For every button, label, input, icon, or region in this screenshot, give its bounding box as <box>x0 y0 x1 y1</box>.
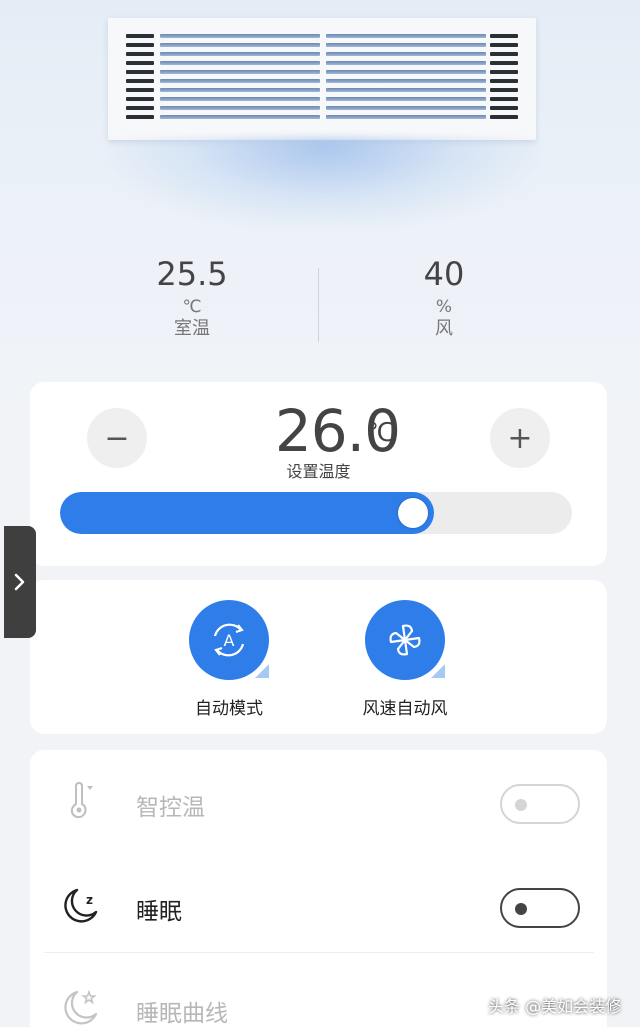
fan-speed-label: 风速自动风 <box>362 699 448 719</box>
wind-unit: % <box>435 297 453 317</box>
smart-temp-toggle-knob <box>515 799 527 811</box>
mode-corner-indicator <box>255 664 269 678</box>
cool-airflow <box>110 138 540 228</box>
fan-icon <box>389 624 421 656</box>
vent-right <box>490 34 518 130</box>
modes-card: A 自动模式 风速自动风 <box>30 580 607 734</box>
wind-stat: 40 % 风 <box>344 256 544 340</box>
auto-mode-circle: A <box>189 600 269 680</box>
room-temperature-value: 25.5 <box>156 255 228 293</box>
setpoint-unit: ℃ <box>366 418 396 448</box>
sleep-row: z 睡眠 <box>30 854 607 954</box>
fan-speed-circle <box>365 600 445 680</box>
moon-star-icon <box>64 989 98 1025</box>
svg-text:z: z <box>86 893 93 907</box>
stat-divider <box>318 268 319 342</box>
vent-center-right <box>326 34 486 130</box>
row-divider <box>44 952 594 953</box>
chevron-right-icon <box>14 573 25 591</box>
setpoint-card: − 26.0 ℃ + 设置温度 <box>30 382 607 566</box>
vent-center-left <box>160 34 320 130</box>
sleep-curve-label: 睡眠曲线 <box>136 1001 228 1027</box>
smart-temp-label: 智控温 <box>136 795 205 821</box>
svg-text:A: A <box>224 631 235 650</box>
smart-temp-row: 智控温 <box>30 750 607 850</box>
room-temperature-stat: 25.5 ℃ 室温 <box>92 256 292 340</box>
wind-label: 风 <box>435 318 453 339</box>
fan-speed-button[interactable]: 风速自动风 <box>340 600 470 719</box>
thermometer-icon <box>70 781 93 819</box>
sleep-toggle-knob <box>515 903 527 915</box>
auto-mode-button[interactable]: A 自动模式 <box>164 600 294 719</box>
auto-mode-label: 自动模式 <box>195 699 263 719</box>
temperature-slider-fill <box>60 492 434 534</box>
watermark-text: 头条 @美如会装修 <box>488 997 622 1016</box>
switches-card: 智控温 z 睡眠 睡眠曲线 <box>30 750 607 1027</box>
side-panel-tab[interactable] <box>4 526 36 638</box>
temperature-slider[interactable] <box>60 492 572 534</box>
wind-value: 40 <box>423 255 465 293</box>
air-conditioner-illustration <box>108 18 536 140</box>
auto-mode-icon: A <box>213 623 245 657</box>
setpoint-label: 设置温度 <box>286 462 351 481</box>
vent-left <box>126 34 154 130</box>
sleep-toggle[interactable] <box>500 888 580 928</box>
smart-temp-toggle[interactable] <box>500 784 580 824</box>
room-temperature-label: 室温 <box>174 318 210 339</box>
room-temperature-unit: ℃ <box>182 297 202 317</box>
sleep-label: 睡眠 <box>136 899 182 925</box>
moon-zz-icon: z <box>64 888 98 923</box>
temperature-slider-thumb[interactable] <box>398 498 428 528</box>
mode-corner-indicator <box>431 664 445 678</box>
